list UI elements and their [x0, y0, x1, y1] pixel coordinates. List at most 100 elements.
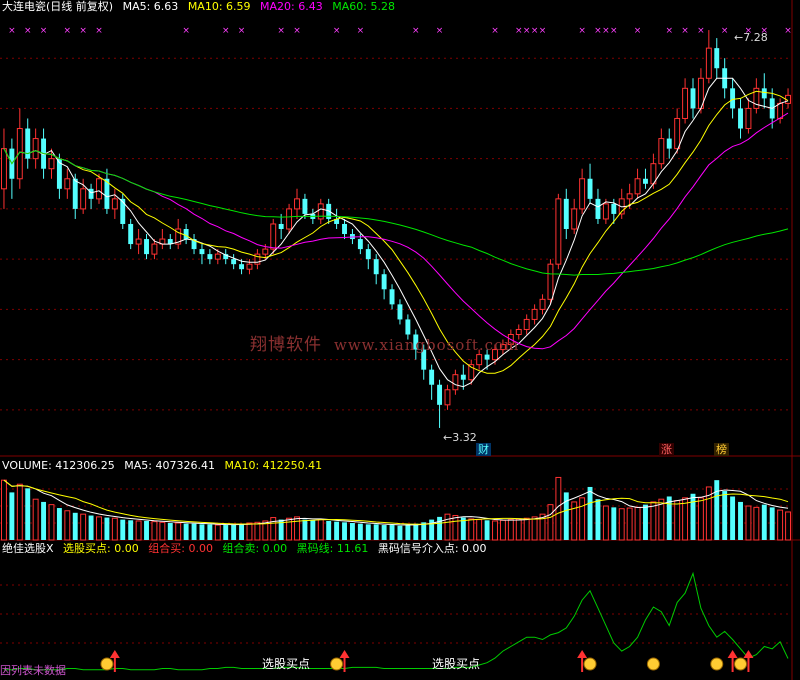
candle-body	[357, 239, 363, 250]
volume-bar	[342, 522, 347, 540]
buy-point-label-1: 选股买点	[262, 657, 311, 671]
candle-body	[294, 198, 300, 210]
high-price-label: ←7.28	[734, 31, 768, 44]
marker-glyph: ×	[515, 26, 523, 36]
volume-bar	[777, 509, 784, 541]
ma10-value: MA10: 6.59	[187, 0, 251, 13]
volume-bar	[769, 507, 775, 540]
volume-bar	[389, 525, 395, 540]
volume-bar	[239, 523, 245, 540]
candle-body	[389, 289, 395, 305]
marker-glyph: ×	[578, 26, 586, 36]
candle-body	[547, 263, 554, 300]
candle-body	[626, 193, 633, 200]
zhang-tag[interactable]: 涨	[659, 443, 674, 456]
candle-body	[579, 178, 586, 210]
volume-bar	[32, 498, 39, 541]
candle-body	[714, 48, 720, 69]
volume-bar	[476, 519, 483, 541]
volume-bar	[547, 504, 554, 541]
marker-glyph: ×	[182, 26, 190, 36]
candle-body	[128, 223, 134, 245]
volume-bar	[563, 492, 569, 540]
marker-glyph: ×	[222, 26, 230, 36]
candle-body	[658, 138, 665, 165]
candle-body	[595, 198, 601, 219]
marker-glyph: ×	[721, 26, 729, 36]
buy-signal-arrow	[577, 650, 588, 658]
candle-body	[88, 188, 94, 199]
candle-body	[207, 254, 213, 260]
candle-body	[302, 198, 308, 214]
ma20-value: MA20: 6.43	[260, 0, 323, 13]
marker-glyph: ×	[681, 26, 689, 36]
candle-body	[32, 138, 39, 160]
volume-bar	[405, 525, 411, 540]
candle-body	[270, 223, 277, 250]
volume-bar	[397, 525, 403, 540]
money-bag-icon	[100, 657, 114, 671]
volume-bar	[96, 516, 102, 541]
volume-bar	[602, 505, 609, 541]
volume-bar	[468, 518, 475, 541]
volume-bar	[650, 501, 657, 541]
volume-bar	[317, 519, 324, 541]
marker-glyph: ×	[436, 26, 444, 36]
volume-bar	[738, 501, 743, 540]
marker-glyph: ×	[357, 26, 365, 36]
volume-bar	[714, 480, 720, 540]
volume-bar	[730, 496, 736, 540]
volume-bar	[745, 505, 752, 541]
volume-bar	[381, 525, 387, 540]
volume-bar	[80, 513, 87, 541]
low-price-label: ←3.32	[443, 431, 477, 444]
volume-bar	[365, 524, 371, 540]
candle-body	[231, 259, 237, 265]
marker-glyph: ×	[610, 26, 618, 36]
volume-ma5: MA5: 407326.41	[124, 459, 215, 472]
volume-bar	[697, 497, 704, 541]
volume-bar	[41, 501, 47, 540]
marker-glyph: ×	[95, 26, 103, 36]
marker-glyph: ×	[333, 26, 341, 36]
stock-title: 大连电瓷(日线 前复权)	[2, 0, 114, 13]
volume-bar	[25, 488, 31, 540]
volume-bar	[207, 524, 213, 540]
volume-header: VOLUME: 412306.25 MA5: 407326.41 MA10: 4…	[2, 459, 328, 473]
candle-body	[286, 208, 293, 230]
candle-body	[135, 238, 142, 245]
candle-body	[643, 178, 648, 184]
bang-tag[interactable]: 榜	[714, 443, 729, 456]
candle-body	[199, 249, 205, 255]
volume-bar	[334, 521, 340, 540]
marker-glyph: ×	[293, 26, 301, 36]
volume-bar	[626, 507, 633, 541]
candle-body	[634, 178, 641, 195]
volume-bar	[579, 497, 586, 541]
candle-body	[72, 178, 78, 209]
candle-body	[151, 243, 158, 255]
cai-tag[interactable]: 财	[476, 443, 491, 456]
marker-glyph: ×	[238, 26, 246, 36]
candle-body	[587, 178, 593, 199]
buy-signal-arrow	[339, 650, 350, 658]
volume-bar	[587, 486, 593, 540]
candle-body	[429, 369, 435, 385]
volume-bar	[246, 522, 253, 541]
volume-bar	[658, 498, 665, 541]
volume-bar	[499, 519, 506, 541]
volume-bar	[349, 523, 355, 540]
watermark-url: www.xiangbosoft.com	[334, 336, 520, 354]
marker-glyph: ×	[531, 26, 539, 36]
candle-body	[523, 318, 530, 330]
volume-bar	[507, 519, 514, 541]
candle-body	[476, 354, 483, 366]
volume-ma10: MA10: 412250.41	[224, 459, 323, 472]
candle-body	[317, 203, 324, 220]
marker-glyph: ×	[697, 26, 705, 36]
candle-body	[16, 128, 23, 180]
combo-sell-value: 组合卖: 0.00	[222, 542, 288, 555]
candle-body	[262, 248, 269, 255]
marker-glyph: ×	[594, 26, 602, 36]
volume-bar	[135, 520, 142, 541]
